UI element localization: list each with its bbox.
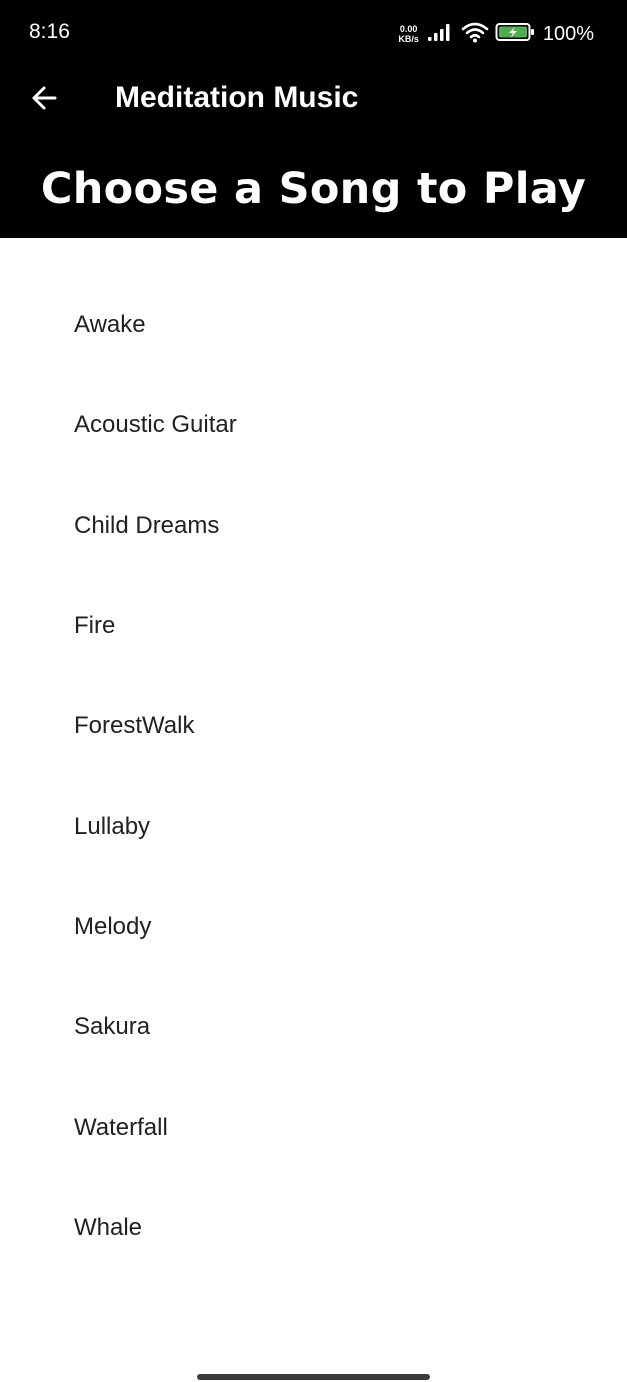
song-item-forestwalk[interactable]: ForestWalk [0, 676, 627, 776]
wifi-icon [461, 21, 489, 48]
network-speed-unit: KB/s [398, 34, 419, 44]
song-item-whale[interactable]: Whale [0, 1178, 627, 1278]
signal-icon [427, 22, 455, 47]
network-speed: 0.00 KB/s [398, 24, 419, 44]
song-item-fire[interactable]: Fire [0, 576, 627, 676]
home-indicator[interactable] [197, 1374, 430, 1380]
app-title: Meditation Music [115, 81, 359, 114]
status-time: 8:16 [29, 20, 70, 43]
song-item-melody[interactable]: Melody [0, 877, 627, 977]
song-item-acoustic-guitar[interactable]: Acoustic Guitar [0, 375, 627, 475]
header: 8:16 0.00 KB/s 100% Meditation Music Cho… [0, 0, 627, 238]
song-item-child-dreams[interactable]: Child Dreams [0, 476, 627, 576]
battery-percent: 100% [542, 22, 594, 45]
song-list: Awake Acoustic Guitar Child Dreams Fire … [0, 275, 627, 1278]
song-item-lullaby[interactable]: Lullaby [0, 776, 627, 876]
status-icons: 0.00 KB/s 100% [398, 18, 594, 50]
back-button[interactable] [22, 78, 66, 122]
battery-charging-icon [495, 21, 535, 48]
page-headline: Choose a Song to Play [40, 164, 587, 214]
app-bar: Meditation Music [0, 68, 627, 132]
song-item-waterfall[interactable]: Waterfall [0, 1077, 627, 1177]
song-item-awake[interactable]: Awake [0, 275, 627, 375]
arrow-left-icon [30, 84, 58, 117]
song-item-sakura[interactable]: Sakura [0, 977, 627, 1077]
status-bar: 8:16 0.00 KB/s 100% [0, 0, 627, 68]
network-speed-value: 0.00 [399, 24, 418, 34]
